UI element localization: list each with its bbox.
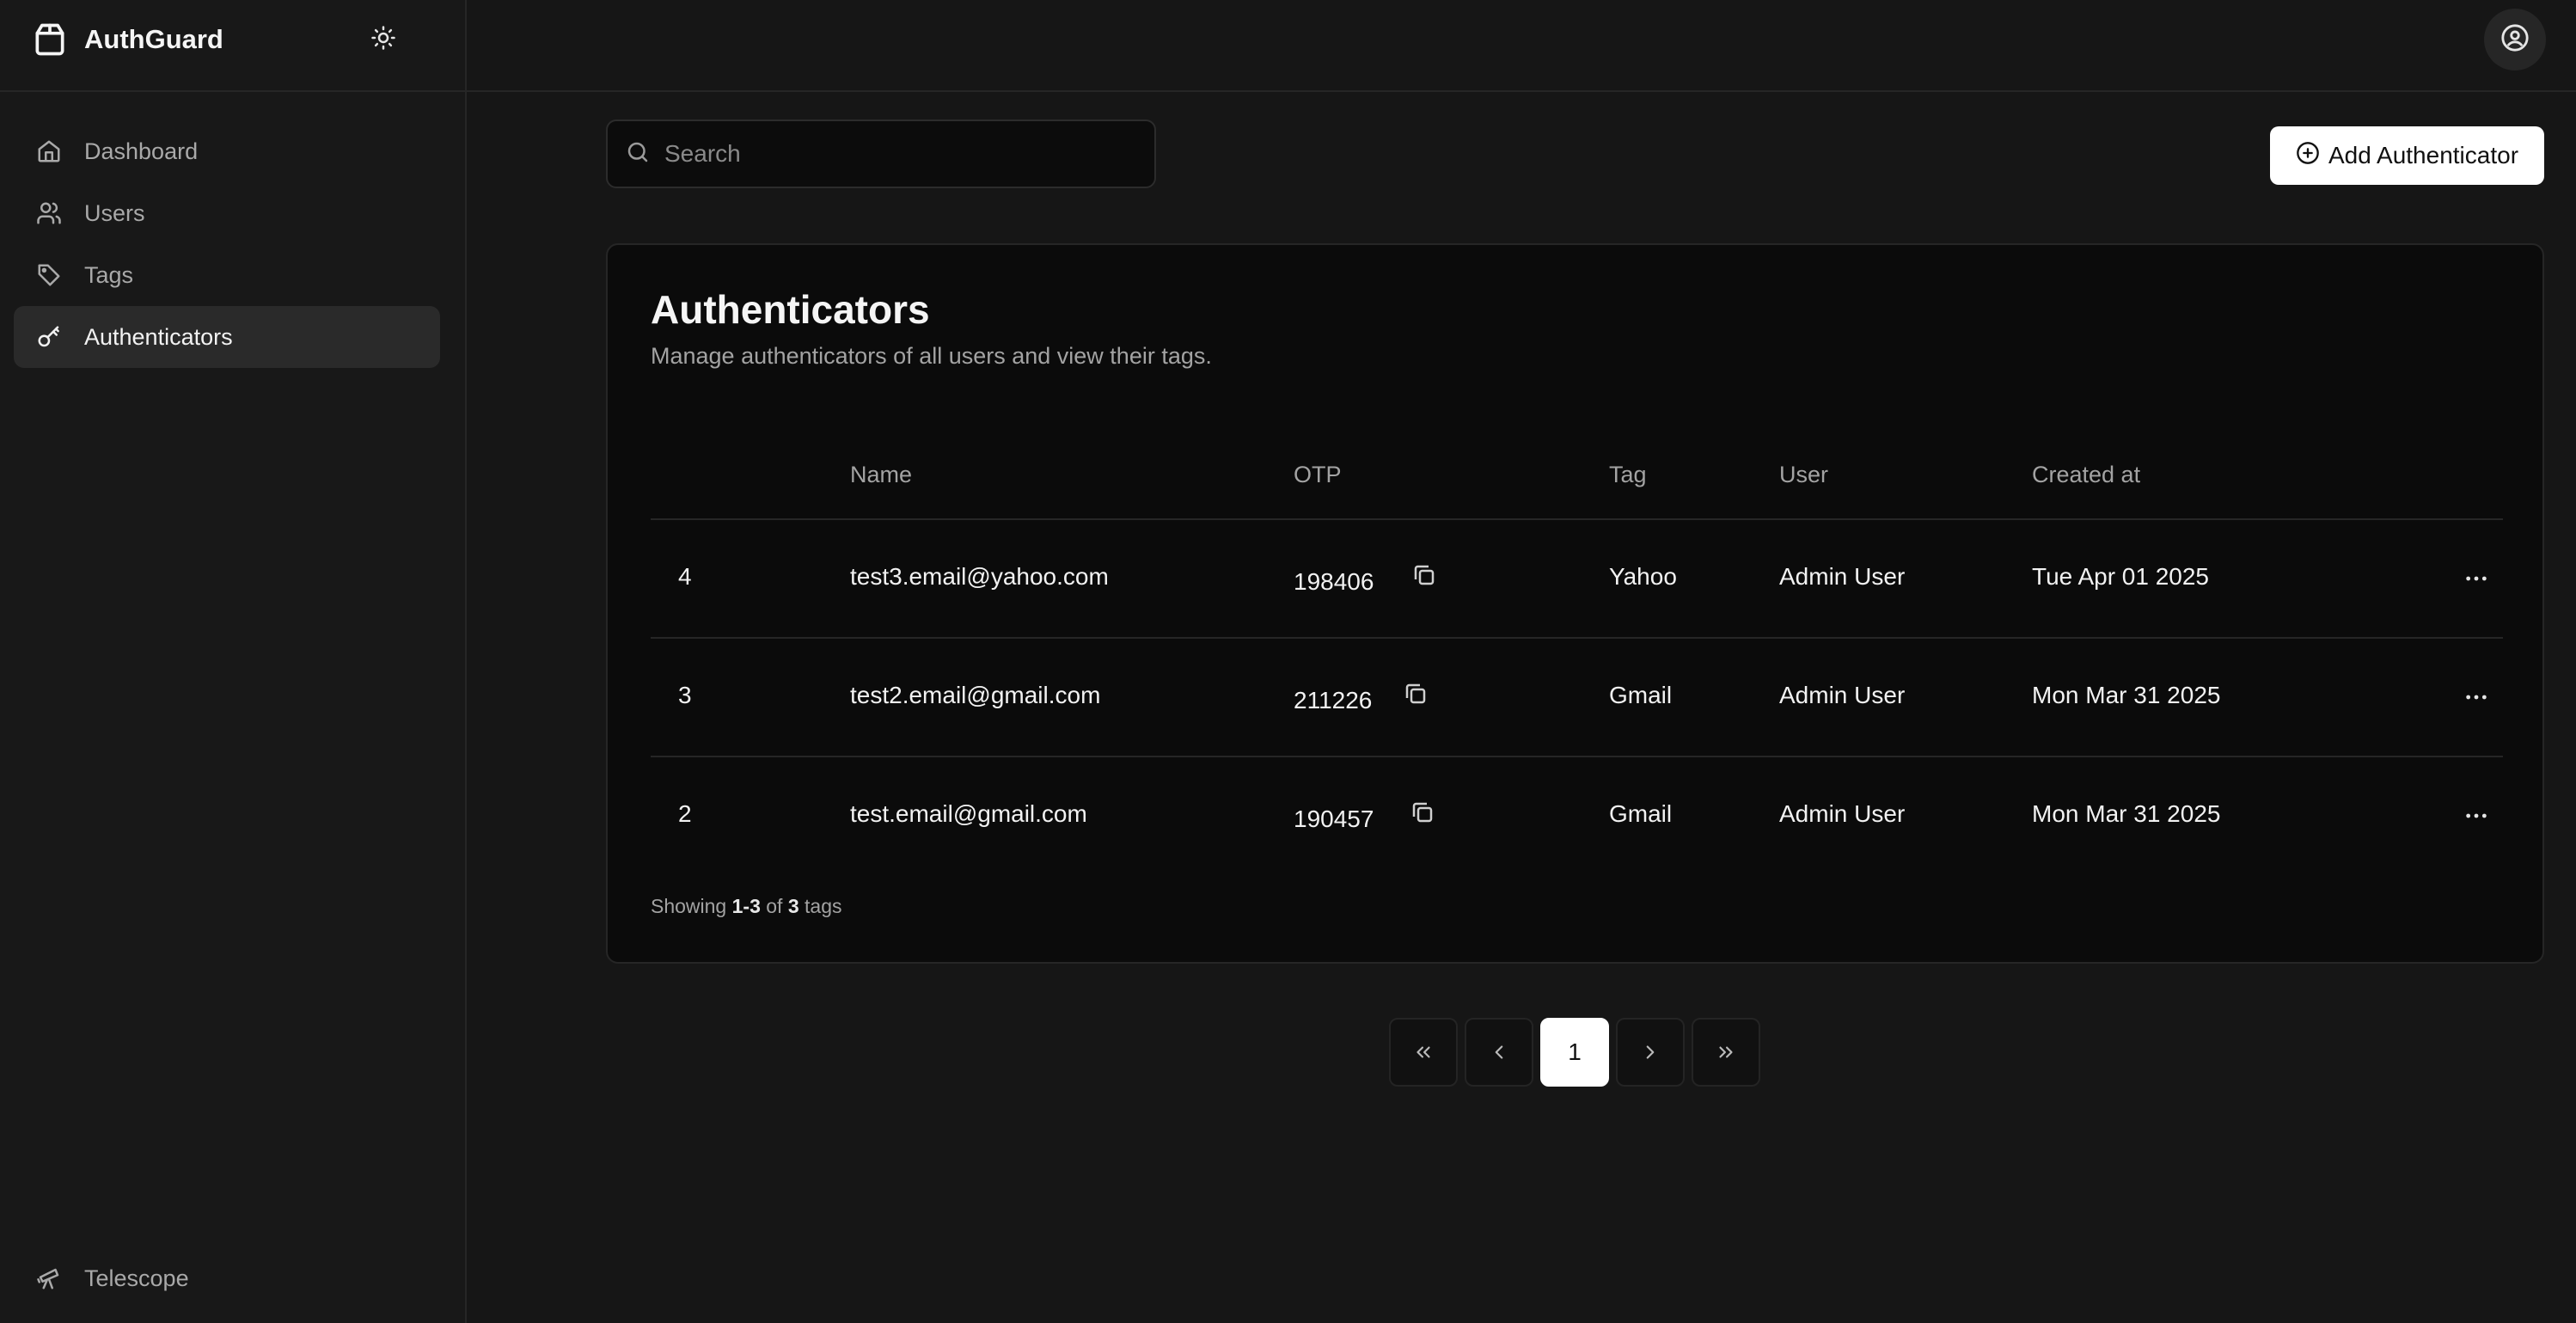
cell-created: Mon Mar 31 2025 [2032,682,2221,708]
column-header-tag: Tag [1609,462,1647,487]
cell-otp: 190457 [1294,805,1374,832]
key-icon [34,322,64,352]
sidebar-item-label: Tags [84,261,134,288]
summary-range: 1-3 [731,895,761,917]
authenticators-table: Name OTP Tag User Created at 4 test3.ema… [651,436,2503,874]
page-1-button[interactable]: 1 [1540,1018,1609,1087]
copy-icon [1414,565,1435,585]
cell-otp: 198406 [1294,568,1374,595]
chevron-right-icon [1646,1045,1655,1059]
cell-id: 3 [678,682,692,708]
table-row[interactable]: 3 test2.email@gmail.com 211226 Gmail Adm… [651,639,2503,757]
next-page-button[interactable] [1616,1018,1685,1087]
user-menu-button[interactable] [2484,9,2546,70]
copy-icon [1405,683,1426,704]
row-actions-button[interactable] [2459,561,2493,596]
add-authenticator-button[interactable]: Add Authenticator [2270,126,2544,185]
app-name: AuthGuard [84,24,223,54]
summary-of: of [766,895,783,917]
users-icon [34,199,64,228]
column-header-name: Name [850,462,913,487]
copy-icon [1412,802,1433,823]
cell-user: Admin User [1779,800,1906,827]
sidebar: AuthGuard Dashboard Users Tags Authentic… [0,0,467,1323]
page-description: Manage authenticators of all users and v… [651,343,1212,369]
chevron-left-icon [1495,1045,1503,1059]
more-horizontal-icon [2466,576,2487,581]
sun-icon [370,25,396,55]
plus-circle-icon [2296,141,2328,171]
sidebar-item-users[interactable]: Users [14,182,440,244]
pagination: 1 [1389,1018,1760,1087]
authenticators-card: Authenticators Manage authenticators of … [606,243,2544,964]
summary-prefix: Showing [651,895,727,917]
sidebar-item-label: Telescope [84,1265,189,1291]
user-circle-icon [2500,23,2530,57]
copy-otp-button[interactable] [1400,678,1431,709]
table-row[interactable]: 2 test.email@gmail.com 190457 Gmail Admi… [651,757,2503,874]
sidebar-item-tags[interactable]: Tags [14,244,440,306]
cell-user: Admin User [1779,682,1906,708]
more-horizontal-icon [2466,695,2487,700]
summary-suffix: tags [805,895,842,917]
cell-tag: Yahoo [1609,563,1677,590]
more-horizontal-icon [2466,813,2487,818]
chevrons-left-icon [1416,1046,1430,1058]
cell-tag: Gmail [1609,682,1673,708]
search-input[interactable] [663,139,1147,168]
search-box[interactable] [606,119,1156,188]
topbar-divider [467,90,2576,92]
sidebar-nav: Dashboard Users Tags Authenticators [14,120,440,368]
search-icon [625,139,651,169]
summary-total: 3 [787,895,799,917]
cell-otp: 211226 [1294,687,1373,714]
chevrons-right-icon [1719,1046,1733,1058]
telescope-icon [34,1264,64,1293]
page-title: Authenticators [651,287,930,332]
sidebar-divider [0,90,465,92]
sidebar-item-label: Users [84,199,145,226]
last-page-button[interactable] [1692,1018,1760,1087]
cell-name: test.email@gmail.com [850,800,1087,827]
cell-id: 2 [678,800,692,827]
add-authenticator-label: Add Authenticator [2328,142,2519,168]
tag-icon [34,260,64,290]
row-actions-button[interactable] [2459,680,2493,714]
sidebar-item-label: Dashboard [84,138,199,164]
theme-toggle-button[interactable] [368,24,399,55]
home-icon [34,137,64,166]
brand[interactable]: AuthGuard [31,19,223,60]
sidebar-item-authenticators[interactable]: Authenticators [14,306,440,368]
column-header-created: Created at [2032,462,2141,487]
cell-name: test2.email@gmail.com [850,682,1101,708]
previous-page-button[interactable] [1465,1018,1533,1087]
results-summary: Showing 1-3 of 3 tags [651,895,842,918]
table-header: Name OTP Tag User Created at [651,436,2503,520]
cell-created: Mon Mar 31 2025 [2032,800,2221,827]
row-actions-button[interactable] [2459,799,2493,833]
copy-otp-button[interactable] [1407,797,1438,828]
package-logo-icon [31,21,69,58]
cell-name: test3.email@yahoo.com [850,563,1109,590]
column-header-otp: OTP [1294,462,1342,487]
sidebar-item-telescope[interactable]: Telescope [34,1264,189,1293]
first-page-button[interactable] [1389,1018,1458,1087]
sidebar-item-label: Authenticators [84,323,233,350]
cell-id: 4 [678,563,692,590]
table-row[interactable]: 4 test3.email@yahoo.com 198406 Yahoo Adm… [651,520,2503,639]
cell-user: Admin User [1779,563,1906,590]
cell-created: Tue Apr 01 2025 [2032,563,2210,590]
sidebar-item-dashboard[interactable]: Dashboard [14,120,440,182]
copy-otp-button[interactable] [1409,560,1440,591]
column-header-user: User [1779,462,1829,487]
cell-tag: Gmail [1609,800,1673,827]
